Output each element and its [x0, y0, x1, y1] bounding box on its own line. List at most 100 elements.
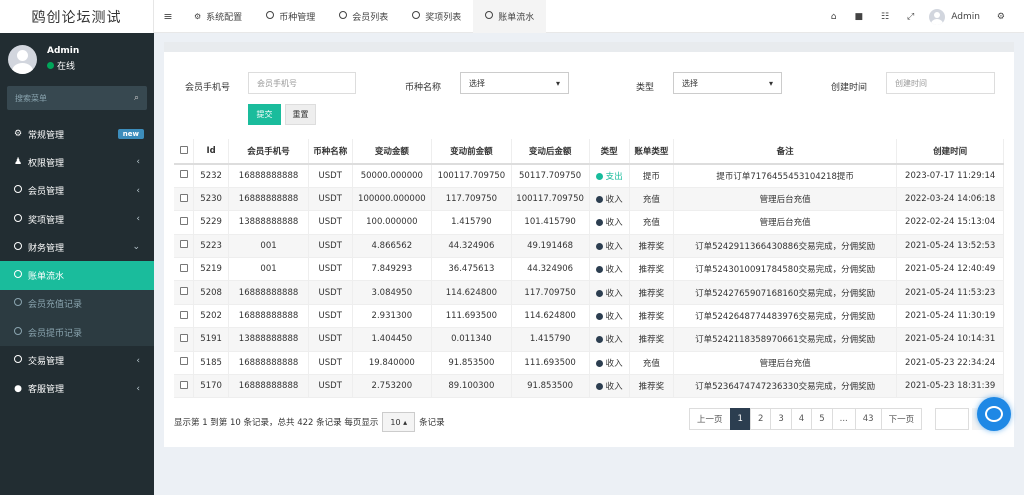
page-size-select[interactable]: 10 ▴ [382, 412, 416, 432]
online-dot-icon [47, 62, 54, 69]
tab-system-config[interactable]: ⚙ 系统配置 [182, 0, 254, 33]
col-header[interactable]: 类型 [589, 139, 630, 165]
menu-search: ⌕ [7, 86, 147, 110]
tab-bill-flow[interactable]: 账单流水 [473, 0, 547, 33]
phone-input[interactable]: 会员手机号 [248, 72, 356, 94]
type-cell: 收入 [589, 187, 630, 212]
col-header[interactable]: Id [193, 139, 230, 165]
select-all-checkbox[interactable] [174, 139, 195, 165]
tab-coin-manage[interactable]: 币种管理 [254, 0, 327, 33]
type-select[interactable]: 选择 ▾ [673, 72, 782, 94]
status-dot-icon [595, 219, 603, 227]
sidebar-item-permission[interactable]: ♟ 权限管理 ‹ [0, 148, 154, 176]
table-row[interactable]: 5230 16888888888 USDT 100000.000000 117.7097… [174, 187, 1004, 212]
sidebar-item-bill-flow[interactable]: 账单流水 [0, 261, 154, 290]
sidebar-item-service[interactable]: ● 客服管理 ‹ [0, 375, 154, 403]
table-row[interactable]: 5191 13888888888 USDT 1.404450 0.011340 1.415… [174, 327, 1004, 352]
row-checkbox[interactable] [174, 280, 195, 305]
topbar-user-name[interactable]: Admin [951, 12, 980, 22]
table-cell: 16888888888 [228, 351, 309, 376]
type-cell: 收入 [589, 374, 630, 399]
next-page-button[interactable]: 下一页 [880, 408, 923, 430]
table-row[interactable]: 5219 001 USDT 7.849293 36.475613 44.324906 收入推… [174, 257, 1004, 282]
home-icon[interactable]: ⌂ [831, 12, 837, 22]
table-row[interactable]: 5185 16888888888 USDT 19.840000 91.853500 111… [174, 351, 1004, 376]
sidebar-item-trade[interactable]: 交易管理 ‹ [0, 346, 154, 374]
page-button[interactable]: 3 [770, 408, 792, 430]
col-header[interactable]: 账单类型 [629, 139, 674, 165]
table-cell: 001 [228, 234, 309, 259]
col-header[interactable]: 创建时间 [896, 139, 1004, 165]
submit-button[interactable]: 提交 [248, 104, 281, 125]
table-cell: 2022-02-24 15:13:04 [896, 210, 1004, 235]
row-checkbox[interactable] [174, 234, 195, 259]
table-row[interactable]: 5202 16888888888 USDT 2.931300 111.693500 114… [174, 304, 1004, 329]
row-checkbox[interactable] [174, 257, 195, 282]
table-cell: 2.931300 [352, 304, 433, 329]
col-header[interactable]: 币种名称 [308, 139, 353, 165]
users-icon: ♟ [13, 157, 23, 168]
tab-award-list[interactable]: 奖项列表 [400, 0, 473, 33]
table-cell: 充值 [629, 187, 674, 212]
row-checkbox[interactable] [174, 210, 195, 235]
search-icon[interactable]: ⌕ [134, 93, 139, 103]
page-jump-input[interactable] [935, 408, 969, 430]
status-dot-icon [595, 383, 603, 391]
tab-member-list[interactable]: 会员列表 [327, 0, 400, 33]
sidebar-item-general[interactable]: ⚙ 常规管理 new [0, 120, 154, 148]
table-cell: 50000.000000 [352, 164, 433, 188]
page-button[interactable]: 43 [854, 408, 882, 430]
fullscreen-icon[interactable]: ⤢ [907, 12, 914, 22]
table-cell: 117.709750 [431, 187, 512, 212]
table-cell: 19.840000 [352, 351, 433, 376]
trash-icon[interactable]: ■ [854, 12, 863, 22]
row-checkbox[interactable] [174, 164, 195, 188]
sidebar-item-awards[interactable]: 奖项管理 ‹ [0, 205, 154, 233]
sidebar-item-recharge-records[interactable]: 会员充值记录 [0, 290, 154, 318]
table-row[interactable]: 5232 16888888888 USDT 50000.000000 100117.70… [174, 164, 1004, 188]
status-dot-icon [595, 172, 603, 180]
topbar-avatar[interactable] [929, 8, 946, 25]
table-cell: 117.709750 [511, 280, 590, 305]
row-checkbox[interactable] [174, 304, 195, 329]
sidebar-item-withdraw-records[interactable]: 会员提币记录 [0, 318, 154, 346]
chat-bubble-icon[interactable] [977, 397, 1011, 431]
table-cell: USDT [308, 210, 353, 235]
circle-icon [12, 298, 24, 309]
prev-page-button[interactable]: 上一页 [689, 408, 731, 430]
page-button[interactable]: 4 [790, 408, 813, 430]
table-cell: 2021-05-24 10:14:31 [896, 327, 1004, 352]
col-header[interactable]: 变动后金额 [511, 139, 590, 165]
chevron-left-icon: ‹ [136, 214, 140, 225]
table-cell: 100.000000 [352, 210, 433, 235]
sidebar-item-members[interactable]: 会员管理 ‹ [0, 177, 154, 205]
page-button[interactable]: 1 [729, 408, 751, 430]
time-input[interactable]: 创建时间 [886, 72, 995, 94]
table-row[interactable]: 5229 13888888888 USDT 100.000000 1.415790 101… [174, 210, 1004, 235]
table-row[interactable]: 5208 16888888888 USDT 3.084950 114.624800 117… [174, 280, 1004, 305]
gears-icon[interactable]: ⚙ [997, 12, 1005, 22]
col-header[interactable]: 变动金额 [352, 139, 433, 165]
coin-select[interactable]: 选择 ▾ [460, 72, 569, 94]
table-cell: 101.415790 [511, 210, 590, 235]
menu-toggle-icon[interactable]: ≡ [154, 10, 182, 23]
table-cell: 49.191468 [511, 234, 590, 259]
row-checkbox[interactable] [174, 351, 195, 376]
table-row[interactable]: 5223 001 USDT 4.866562 44.324906 49.191468 收入推… [174, 234, 1004, 259]
filter-form: 会员手机号 会员手机号 币种名称 选择 ▾ 类型 选择 ▾ 创建时间 创建时间 提交… [164, 52, 1014, 125]
page-button[interactable]: 5 [811, 408, 833, 430]
reset-button[interactable]: 重置 [285, 104, 316, 125]
type-cell: 收入 [589, 304, 630, 329]
row-checkbox[interactable] [174, 327, 195, 352]
row-checkbox[interactable] [174, 374, 195, 399]
table-row[interactable]: 5170 16888888888 USDT 2.753200 89.100300 91.8… [174, 374, 1004, 399]
menu-search-input[interactable] [15, 93, 115, 103]
col-header[interactable]: 会员手机号 [228, 139, 309, 165]
page-button[interactable]: 2 [749, 408, 772, 430]
col-header[interactable]: 变动前金额 [431, 139, 512, 165]
language-icon[interactable]: ☷ [881, 12, 889, 22]
col-header[interactable]: 备注 [673, 139, 898, 165]
row-checkbox[interactable] [174, 187, 195, 212]
table-cell: 2021-05-24 11:53:23 [896, 280, 1004, 305]
sidebar-item-finance[interactable]: 财务管理 ⌄ [0, 233, 154, 261]
